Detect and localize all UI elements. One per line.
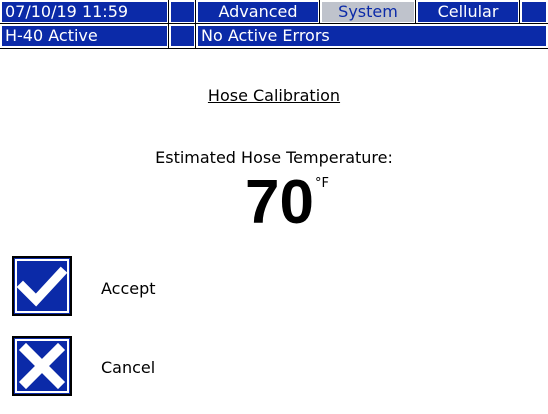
tab-advanced-label: Advanced	[218, 2, 298, 21]
mode-status-text: H-40 Active	[5, 26, 98, 45]
tab-cellular-label: Cellular	[437, 2, 499, 21]
datetime-text: 07/10/19 11:59	[5, 2, 129, 21]
cancel-label: Cancel	[101, 358, 156, 377]
temperature-unit: °F	[315, 176, 329, 191]
checkmark-icon	[16, 266, 68, 307]
error-status-text: No Active Errors	[201, 26, 330, 45]
tab-overflow[interactable]	[519, 0, 548, 25]
status-spacer-1	[168, 0, 197, 25]
page-title-text: Hose Calibration	[207, 86, 341, 105]
datetime-display: 07/10/19 11:59	[0, 0, 170, 25]
error-status: No Active Errors	[195, 23, 548, 49]
tab-system-label: System	[338, 2, 398, 21]
accept-button[interactable]	[12, 256, 72, 316]
status-spacer-2	[168, 23, 197, 49]
accept-label: Accept	[101, 279, 156, 298]
tab-system[interactable]: System	[319, 0, 417, 25]
temperature-value: 70	[245, 168, 314, 237]
page-title: Hose Calibration	[0, 86, 548, 105]
cancel-button[interactable]	[12, 336, 72, 396]
tab-cellular[interactable]: Cellular	[415, 0, 521, 25]
temperature-label: Estimated Hose Temperature:	[155, 148, 393, 167]
tab-advanced[interactable]: Advanced	[195, 0, 321, 25]
x-icon	[18, 342, 66, 390]
mode-status: H-40 Active	[0, 23, 170, 49]
